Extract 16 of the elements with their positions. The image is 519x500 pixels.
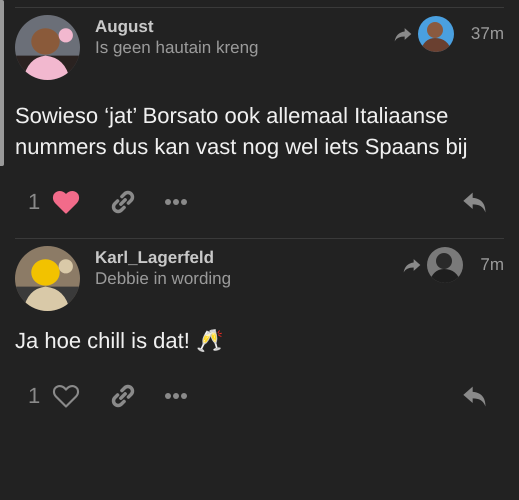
post-time: 7m bbox=[480, 255, 504, 275]
post-text: Sowieso ‘jat’ Borsato ook allemaal Italiaanse nummers dus kan vast nog wel iets Spaans bij bbox=[15, 102, 468, 161]
post-text: Ja hoe chill is dat! 🥂 bbox=[15, 327, 224, 355]
more-icon[interactable] bbox=[164, 392, 188, 400]
username[interactable]: Karl_Lagerfeld bbox=[95, 247, 232, 268]
user-title: Debbie in wording bbox=[95, 268, 232, 290]
link-icon[interactable] bbox=[110, 383, 136, 409]
username[interactable]: August bbox=[95, 16, 259, 37]
heart-icon[interactable] bbox=[52, 188, 80, 216]
more-icon[interactable] bbox=[164, 198, 188, 206]
link-icon[interactable] bbox=[110, 189, 136, 215]
user-title: Is geen hautain kreng bbox=[95, 37, 259, 59]
like-count: 1 bbox=[28, 189, 40, 215]
heart-icon[interactable] bbox=[52, 382, 80, 410]
post-time: 37m bbox=[470, 24, 504, 44]
like-count: 1 bbox=[28, 383, 40, 409]
